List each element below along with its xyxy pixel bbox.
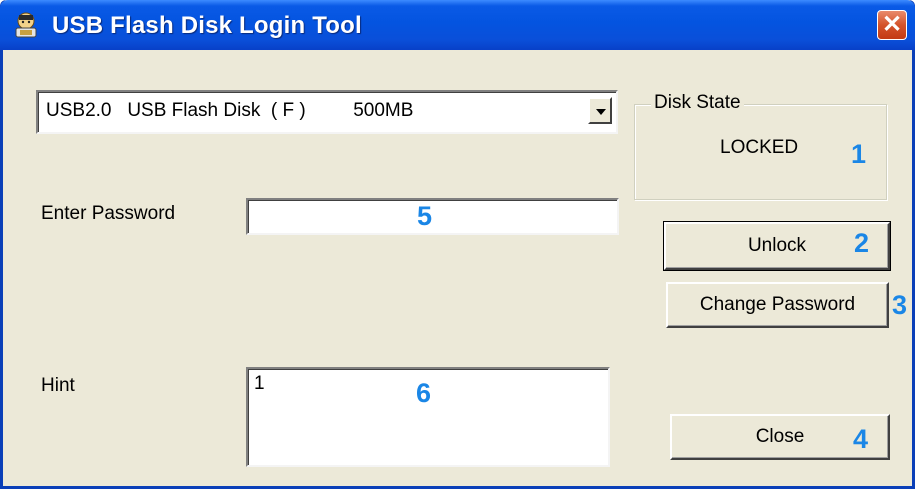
usb-login-app-icon (15, 12, 37, 38)
callout-3: 3 (892, 290, 908, 320)
title-bar[interactable]: USB Flash Disk Login Tool ✕ (0, 0, 915, 50)
close-button-label: Close (755, 426, 805, 447)
password-input[interactable] (246, 198, 619, 235)
callout-6: 6 (416, 378, 432, 408)
callout-2: 2 (854, 228, 870, 258)
disk-state-value: LOCKED (720, 137, 799, 158)
unlock-button-label: Unlock (747, 235, 807, 256)
password-label: Enter Password (41, 203, 176, 224)
window-close-icon[interactable]: ✕ (877, 10, 907, 40)
device-select-value: USB2.0 USB Flash Disk ( F ) 500MB (46, 100, 414, 121)
window-title: USB Flash Disk Login Tool (52, 12, 362, 39)
callout-5: 5 (417, 201, 433, 231)
change-password-button-label: Change Password (699, 294, 856, 315)
device-select[interactable]: USB2.0 USB Flash Disk ( F ) 500MB (36, 90, 618, 134)
callout-1: 1 (851, 139, 867, 169)
callout-4: 4 (853, 424, 869, 454)
chevron-down-icon[interactable] (588, 97, 612, 124)
change-password-button[interactable]: Change Password (666, 282, 889, 328)
hint-label: Hint (41, 375, 75, 396)
login-tool-window: USB Flash Disk Login Tool ✕ USB2.0 USB F… (0, 0, 915, 489)
disk-state-legend: Disk State (651, 92, 744, 114)
hint-textarea-value: 1 (254, 373, 265, 394)
